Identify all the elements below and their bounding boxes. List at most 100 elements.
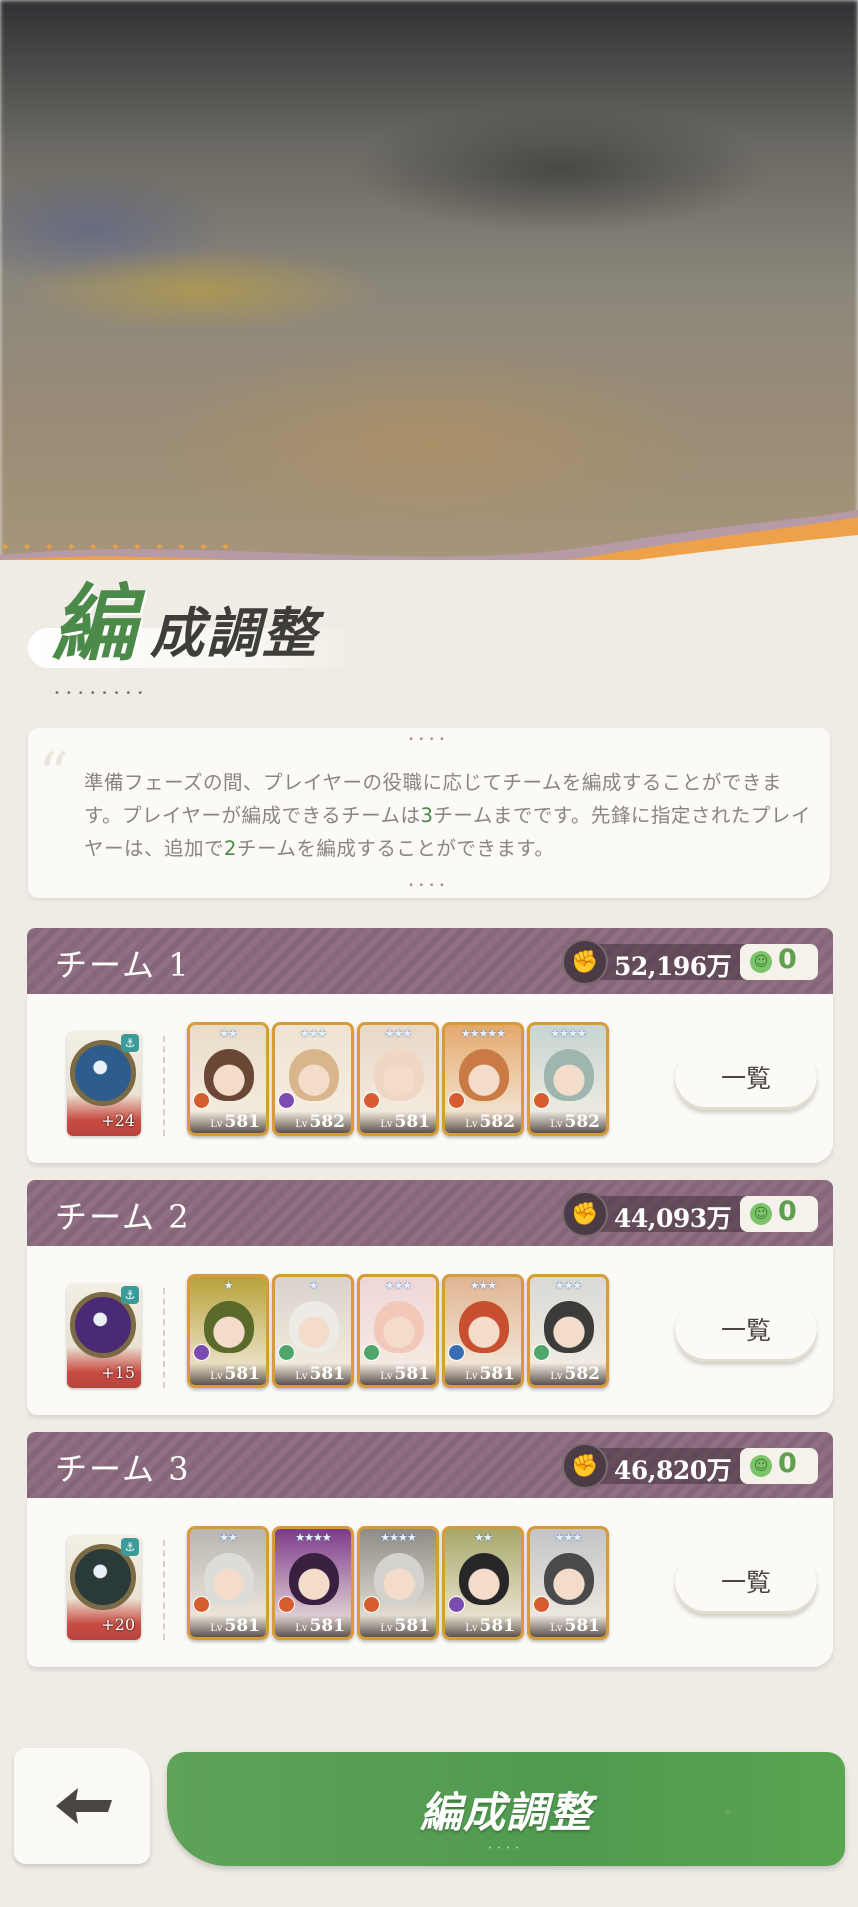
team-card-2: チーム 2 ✊ 44,093万 ☺ 0 ⚓ +15 ★ Lv 581 ★ Lv 581 ★★★ Lv 581 ★… bbox=[27, 1180, 833, 1415]
hero-card[interactable]: ★★★ Lv 582 bbox=[527, 1274, 609, 1388]
hero-card[interactable]: ★★★ Lv 582 bbox=[272, 1022, 354, 1136]
info-dots-top: •••• bbox=[408, 735, 450, 745]
element-icon bbox=[363, 1344, 380, 1361]
hero-level: Lv 581 bbox=[445, 1363, 521, 1385]
star-rating: ★ bbox=[223, 1279, 234, 1292]
anchor-icon: ⚓ bbox=[121, 1286, 139, 1304]
hero-card[interactable]: ★★★★ Lv 581 bbox=[357, 1526, 439, 1640]
team-name: チーム 1 bbox=[55, 946, 191, 984]
team-body: ⚓ +24 ★★ Lv 581 ★★★ Lv 582 ★★★ Lv 581 ★★★★★ Lv 582 ★★★… bbox=[27, 994, 833, 1163]
hero-card[interactable]: ★★ Lv 581 bbox=[187, 1022, 269, 1136]
hero-portrait bbox=[544, 1049, 594, 1101]
fist-icon: ✊ bbox=[562, 939, 608, 985]
relic-card[interactable]: ⚓ +24 bbox=[67, 1032, 141, 1136]
hero-portrait bbox=[374, 1049, 424, 1101]
star-rating: ★★★ bbox=[554, 1279, 583, 1292]
divider bbox=[163, 1036, 165, 1136]
hero-card[interactable]: ★★★ Lv 581 bbox=[442, 1274, 524, 1388]
team-body: ⚓ +15 ★ Lv 581 ★ Lv 581 ★★★ Lv 581 ★★★ Lv 581 ★★★ Lv 582… bbox=[27, 1246, 833, 1415]
hero-card[interactable]: ★ Lv 581 bbox=[272, 1274, 354, 1388]
hero-level: Lv 581 bbox=[190, 1363, 266, 1385]
star-rating: ★★★ bbox=[299, 1027, 328, 1040]
element-icon bbox=[533, 1092, 550, 1109]
hero-level: Lv 582 bbox=[530, 1111, 606, 1133]
power-value: 52,196万 bbox=[614, 952, 732, 981]
relic-plus: +15 bbox=[101, 1363, 135, 1382]
back-button[interactable] bbox=[14, 1748, 150, 1864]
team-header: チーム 3 ✊ 46,820万 ☺ 0 bbox=[27, 1432, 833, 1498]
hero-portrait bbox=[289, 1553, 339, 1605]
mood-value: 0 bbox=[778, 944, 797, 975]
team-name: チーム 3 bbox=[55, 1450, 191, 1488]
hero-card[interactable]: ★ Lv 581 bbox=[187, 1274, 269, 1388]
hero-card[interactable]: ★★★★ Lv 582 bbox=[527, 1022, 609, 1136]
hero-card[interactable]: ★★★★★ Lv 582 bbox=[442, 1022, 524, 1136]
hero-card[interactable]: ★★★ Lv 581 bbox=[527, 1526, 609, 1640]
element-icon bbox=[448, 1344, 465, 1361]
team-body: ⚓ +20 ★★ Lv 581 ★★★★ Lv 581 ★★★★ Lv 581 ★★ Lv 581 ★★★ L… bbox=[27, 1498, 833, 1667]
team-mood: ☺ 0 bbox=[740, 1448, 818, 1484]
team-card-1: チーム 1 ✊ 52,196万 ☺ 0 ⚓ +24 ★★ Lv 581 ★★★ Lv 582 ★★★ Lv 5… bbox=[27, 928, 833, 1163]
element-icon bbox=[193, 1092, 210, 1109]
anchor-icon: ⚓ bbox=[121, 1538, 139, 1556]
team-card-3: チーム 3 ✊ 46,820万 ☺ 0 ⚓ +20 ★★ Lv 581 ★★★★ Lv 581 ★★★★ L… bbox=[27, 1432, 833, 1667]
team-power: ✊ 44,093万 bbox=[562, 1191, 748, 1237]
star-rating: ★★★★★ bbox=[460, 1027, 506, 1040]
hero-portrait bbox=[459, 1049, 509, 1101]
mood-value: 0 bbox=[778, 1196, 797, 1227]
element-icon bbox=[448, 1092, 465, 1109]
hero-level: Lv 582 bbox=[445, 1111, 521, 1133]
star-rating: ★★★ bbox=[469, 1279, 498, 1292]
smile-icon: ☺ bbox=[750, 1455, 772, 1477]
back-arrow-icon bbox=[56, 1788, 112, 1824]
star-rating: ★★★★ bbox=[295, 1531, 331, 1544]
list-button[interactable]: 一覧 bbox=[675, 1300, 817, 1362]
team-header: チーム 2 ✊ 44,093万 ☺ 0 bbox=[27, 1180, 833, 1246]
relic-plus: +24 bbox=[101, 1111, 135, 1130]
team-power: ✊ 52,196万 bbox=[562, 939, 748, 985]
element-icon bbox=[193, 1344, 210, 1361]
hero-portrait bbox=[289, 1049, 339, 1101]
hero-portrait bbox=[204, 1049, 254, 1101]
info-dots-bottom: •••• bbox=[408, 881, 450, 891]
relic-card[interactable]: ⚓ +20 bbox=[67, 1536, 141, 1640]
star-rating: ★★★ bbox=[554, 1531, 583, 1544]
hero-portrait bbox=[374, 1301, 424, 1353]
hero-card[interactable]: ★★★★ Lv 581 bbox=[272, 1526, 354, 1640]
hero-portrait bbox=[204, 1301, 254, 1353]
confirm-formation-button[interactable]: 編成調整 •••• bbox=[167, 1752, 845, 1866]
divider bbox=[163, 1288, 165, 1388]
star-rating: ★★★ bbox=[384, 1279, 413, 1292]
hero-list: ★ Lv 581 ★ Lv 581 ★★★ Lv 581 ★★★ Lv 581 ★★★ Lv 582 bbox=[187, 1274, 609, 1394]
hero-level: Lv 581 bbox=[275, 1615, 351, 1637]
hero-portrait bbox=[374, 1553, 424, 1605]
team-header: チーム 1 ✊ 52,196万 ☺ 0 bbox=[27, 928, 833, 994]
hero-card[interactable]: ★★★ Lv 581 bbox=[357, 1022, 439, 1136]
relic-card[interactable]: ⚓ +15 bbox=[67, 1284, 141, 1388]
anchor-icon: ⚓ bbox=[121, 1034, 139, 1052]
team-mood: ☺ 0 bbox=[740, 944, 818, 980]
page-title: 編 成調整 •••••••• bbox=[28, 582, 438, 699]
hero-card[interactable]: ★★ Lv 581 bbox=[442, 1526, 524, 1640]
hero-portrait bbox=[459, 1301, 509, 1353]
element-icon bbox=[193, 1596, 210, 1613]
list-button[interactable]: 一覧 bbox=[675, 1552, 817, 1614]
hero-card[interactable]: ★★ Lv 581 bbox=[187, 1526, 269, 1640]
hero-card[interactable]: ★★★ Lv 581 bbox=[357, 1274, 439, 1388]
list-button[interactable]: 一覧 bbox=[675, 1048, 817, 1110]
fist-icon: ✊ bbox=[562, 1191, 608, 1237]
hero-level: Lv 581 bbox=[360, 1615, 436, 1637]
element-icon bbox=[533, 1596, 550, 1613]
star-rating: ★★★ bbox=[384, 1027, 413, 1040]
star-rating: ★★ bbox=[474, 1531, 493, 1544]
quote-icon: “ bbox=[38, 740, 69, 810]
blurred-background bbox=[0, 0, 858, 580]
title-dots: •••••••• bbox=[54, 688, 150, 699]
relic-plus: +20 bbox=[101, 1615, 135, 1634]
hero-portrait bbox=[459, 1553, 509, 1605]
divider bbox=[163, 1540, 165, 1640]
hero-portrait bbox=[544, 1553, 594, 1605]
team-name: チーム 2 bbox=[55, 1198, 191, 1236]
hero-level: Lv 581 bbox=[190, 1111, 266, 1133]
hero-portrait bbox=[544, 1301, 594, 1353]
